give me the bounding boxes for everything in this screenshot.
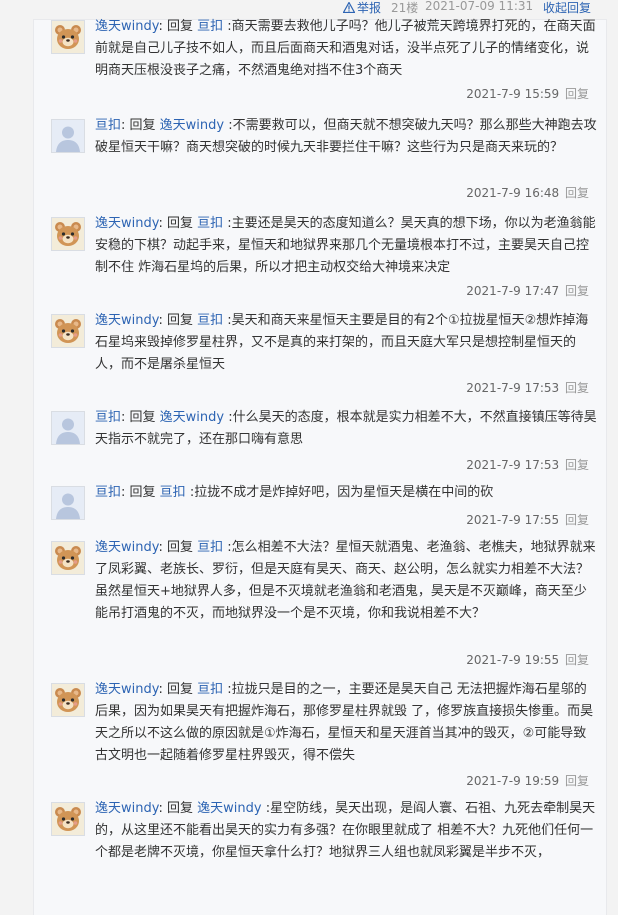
reply-target-link[interactable]: 逸天windy [197,801,261,816]
floor-number: 21楼 [391,1,419,15]
reply-meta: 2021-7-9 17:47 回复 [466,282,589,299]
reply-time: 2021-7-9 17:55 [466,513,560,527]
reply-word: 回复 [129,410,160,425]
bear-avatar-icon [52,542,84,574]
reply-word: 回复 [129,118,160,133]
reply-time: 2021-7-9 17:53 [466,381,560,395]
reply-word: 回复 [167,540,198,555]
avatar[interactable] [51,541,85,575]
bear-avatar-icon [52,218,84,250]
reply-time: 2021-7-9 15:59 [466,87,560,101]
reply-body: 亘扣: 回复 逸天windy :不需要救可以，但商天就不想突破九天吗？那么那些大… [95,118,597,155]
reply-target-link[interactable]: 亘扣 [197,313,223,328]
reply-body: 逸天windy: 回复 亘扣 :怎么相差不大法？星恒天就酒鬼、老渔翁、老樵夫，地… [95,540,596,621]
reply-body: 逸天windy: 回复 亘扣 :商天需要去救他儿子吗？他儿子被荒天跨境界打死的，… [95,19,596,78]
reply-meta: 2021-7-9 17:55 回复 [466,511,589,528]
reply-action-link[interactable]: 回复 [565,381,589,395]
reply-body: 逸天windy: 回复 亘扣 :主要还是昊天的态度知道么？昊天真的想下场，你以为… [95,216,596,275]
reply-word: 回复 [129,485,160,500]
reply-meta: 2021-7-9 19:55 回复 [466,651,589,668]
reply-target-link[interactable]: 亘扣 [197,19,223,34]
default-avatar-icon [52,120,84,152]
reply-time: 2021-7-9 16:48 [466,186,560,200]
report-link[interactable]: 举报 [343,0,381,16]
reply-target-link[interactable]: 逸天windy [160,118,224,133]
reply-author-link[interactable]: 逸天windy [95,216,158,231]
collapse-replies-link[interactable]: 收起回复 [543,0,591,16]
reply-action-link[interactable]: 回复 [565,774,589,788]
reply-target-link[interactable]: 亘扣 [160,485,186,500]
reply-word: 回复 [167,313,198,328]
reply-target-link[interactable]: 亘扣 [197,540,223,555]
reply-meta: 2021-7-9 17:53 回复 [466,379,589,396]
reply-target-link[interactable]: 逸天windy [160,410,224,425]
reply-author-link[interactable]: 逸天windy [95,540,158,555]
reply-word: 回复 [167,216,198,231]
avatar[interactable] [51,802,85,836]
reply-author-link[interactable]: 逸天windy [95,682,158,697]
reply-body: 亘扣: 回复 逸天windy :什么昊天的态度，根本就是实力相差不大，不然直接镇… [95,410,597,447]
reply-action-link[interactable]: 回复 [565,284,589,298]
reply-author-link[interactable]: 亘扣 [95,410,121,425]
default-avatar-icon [52,487,84,519]
bear-avatar-icon [52,315,84,347]
reply-body: 逸天windy: 回复 亘扣 :昊天和商天来星恒天主要是目的有2个①拉拢星恒天②… [95,313,589,372]
reply-text: :拉拢不成才是炸掉好吧，因为星恒天是横在中间的砍 [185,485,494,500]
default-avatar-icon [52,412,84,444]
reply-time: 2021-7-9 17:53 [466,458,560,472]
bear-avatar-icon [52,684,84,716]
warning-icon [343,2,355,13]
reply-meta: 2021-7-9 19:59 回复 [466,772,589,789]
reply-target-link[interactable]: 亘扣 [197,216,223,231]
reply-action-link[interactable]: 回复 [565,186,589,200]
avatar[interactable] [51,119,85,153]
reply-meta: 2021-7-9 17:53 回复 [466,456,589,473]
reply-action-link[interactable]: 回复 [565,87,589,101]
reply-time: 2021-7-9 19:55 [466,653,560,667]
post-timestamp: 2021-07-09 11:31 [425,0,534,13]
reply-time: 2021-7-9 19:59 [466,774,560,788]
bear-avatar-icon [52,21,84,53]
reply-time: 2021-7-9 17:47 [466,284,560,298]
reply-word: 回复 [167,19,198,34]
avatar[interactable] [51,683,85,717]
reply-body: 逸天windy: 回复 亘扣 :拉拢只是目的之一，主要还是昊天自己 无法把握炸海… [95,682,594,763]
lzl-reply-panel: 逸天windy: 回复 亘扣 :商天需要去救他儿子吗？他儿子被荒天跨境界打死的，… [33,19,607,915]
reply-action-link[interactable]: 回复 [565,458,589,472]
avatar[interactable] [51,20,85,54]
avatar[interactable] [51,411,85,445]
reply-word: 回复 [167,801,198,816]
reply-author-link[interactable]: 亘扣 [95,485,121,500]
reply-target-link[interactable]: 亘扣 [197,682,223,697]
reply-body: 亘扣: 回复 亘扣 :拉拢不成才是炸掉好吧，因为星恒天是横在中间的砍 [95,485,494,500]
reply-author-link[interactable]: 逸天windy [95,19,158,34]
reply-action-link[interactable]: 回复 [565,513,589,527]
reply-body: 逸天windy: 回复 逸天windy :星空防线，昊天出现，是阎人寰、石祖、九… [95,801,596,860]
avatar[interactable] [51,314,85,348]
report-label: 举报 [357,1,382,15]
reply-meta: 2021-7-9 15:59 回复 [466,85,589,102]
avatar[interactable] [51,217,85,251]
reply-meta: 2021-7-9 16:48 回复 [466,184,589,201]
reply-word: 回复 [167,682,198,697]
reply-author-link[interactable]: 逸天windy [95,313,158,328]
reply-author-link[interactable]: 亘扣 [95,118,121,133]
reply-author-link[interactable]: 逸天windy [95,801,158,816]
reply-action-link[interactable]: 回复 [565,653,589,667]
bear-avatar-icon [52,803,84,835]
avatar[interactable] [51,486,85,520]
